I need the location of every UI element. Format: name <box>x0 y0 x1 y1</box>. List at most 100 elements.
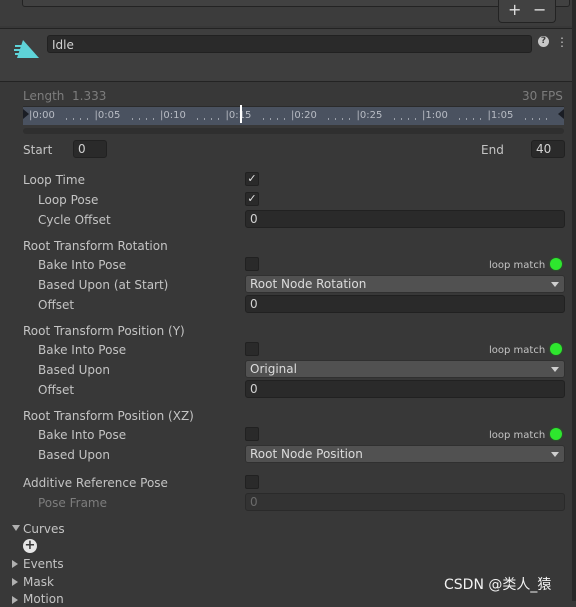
timeline-tick-label: |1:05 <box>487 110 514 121</box>
timeline-tick-label: |0:20 <box>291 110 317 121</box>
rotation-based-upon-label: Based Upon (at Start) <box>38 278 169 292</box>
events-foldout[interactable]: Events <box>23 556 64 572</box>
loop-pose-checkbox[interactable]: ✓ <box>245 192 259 206</box>
loop-time-label: Loop Time <box>23 173 85 187</box>
position-y-bake-label: Bake Into Pose <box>38 343 127 357</box>
right-edge <box>572 0 576 601</box>
timeline-minor-tick <box>204 118 205 120</box>
timeline-tick-label: |0:15 <box>225 110 252 121</box>
additive-reference-pose-checkbox[interactable] <box>245 475 259 489</box>
timeline-minor-tick <box>545 118 547 120</box>
timeline-minor-tick <box>131 118 133 120</box>
timeline-minor-tick <box>87 118 88 120</box>
position-y-based-upon-label: Based Upon <box>38 363 110 377</box>
remove-button[interactable]: − <box>533 0 546 20</box>
cycle-offset-field[interactable]: 0 <box>245 210 565 228</box>
help-icon[interactable]: ? <box>538 36 549 47</box>
timeline-minor-tick <box>138 118 140 120</box>
timeline-minor-tick <box>276 118 278 120</box>
timeline-minor-tick <box>524 118 526 120</box>
timeline-minor-tick <box>211 118 212 120</box>
timeline-minor-tick <box>342 118 343 120</box>
position-xz-loop-match-label: loop match <box>489 430 546 441</box>
timeline-scrollbar[interactable] <box>23 128 564 134</box>
timeline-minor-tick <box>393 118 395 120</box>
timeline-minor-tick <box>480 118 481 120</box>
motion-foldout[interactable]: Motion <box>23 591 64 607</box>
clip-name-field[interactable]: Idle <box>47 35 532 53</box>
end-label: End <box>481 143 504 157</box>
rotation-based-upon-value: Root Node Rotation <box>250 277 367 291</box>
chevron-down-icon <box>551 282 559 287</box>
timeline-minor-tick <box>73 118 74 120</box>
playhead[interactable] <box>240 105 242 123</box>
rotation-offset-field[interactable]: 0 <box>245 295 565 313</box>
rotation-bake-checkbox[interactable] <box>245 257 259 271</box>
position-xz-based-upon-label: Based Upon <box>38 448 110 462</box>
add-curve-icon[interactable]: + <box>23 539 37 553</box>
curves-foldout[interactable]: Curves <box>23 521 65 537</box>
start-field[interactable]: 0 <box>73 140 107 158</box>
timeline-minor-tick <box>400 118 402 120</box>
position-y-bake-checkbox[interactable] <box>245 342 259 356</box>
timeline-tick-label: |0:25 <box>356 110 383 121</box>
timeline-ruler[interactable]: |0:00 |0:05 |0:10 |0:15 |0:20 |0:25 |1:00 |1:05 <box>23 105 564 125</box>
animation-clip-icon <box>14 40 39 58</box>
position-y-based-upon-value: Original <box>250 362 297 376</box>
timeline-minor-tick <box>531 118 533 120</box>
timeline-minor-tick <box>328 118 329 120</box>
additive-reference-pose-label: Additive Reference Pose <box>23 476 168 490</box>
position-y-loop-match-indicator <box>550 343 562 355</box>
timeline-minor-tick <box>80 118 81 120</box>
rotation-based-upon-dropdown[interactable]: Root Node Rotation <box>245 275 565 293</box>
timeline-minor-tick <box>283 118 285 120</box>
rotation-offset-label: Offset <box>38 298 75 312</box>
loop-time-checkbox[interactable]: ✓ <box>245 172 259 186</box>
timeline-minor-tick <box>466 118 467 120</box>
timeline-minor-tick <box>152 118 154 120</box>
motion-foldout-arrow-icon[interactable] <box>12 596 18 604</box>
rotation-bake-label: Bake Into Pose <box>38 258 127 272</box>
position-y-offset-label: Offset <box>38 383 75 397</box>
curves-foldout-arrow-icon[interactable] <box>12 525 20 531</box>
csdn-watermark: CSDN @类人_猿 <box>444 577 552 593</box>
position-xz-based-upon-dropdown[interactable]: Root Node Position <box>245 445 565 463</box>
top-strip: + − <box>0 0 576 26</box>
rotation-loop-match-indicator <box>550 258 562 270</box>
position-xz-based-upon-value: Root Node Position <box>250 447 363 461</box>
position-y-loop-match-label: loop match <box>489 345 546 356</box>
timeline-minor-tick <box>197 118 198 120</box>
events-foldout-arrow-icon[interactable] <box>12 560 18 568</box>
position-xz-loop-match-indicator <box>550 428 562 440</box>
clip-header: Idle ? ⋮ <box>0 28 572 82</box>
previous-panel-frame <box>22 0 570 7</box>
end-field[interactable]: 40 <box>531 140 565 158</box>
timeline-tick-label: |0:00 <box>29 110 55 121</box>
timeline-minor-tick <box>473 118 474 120</box>
timeline-minor-tick <box>335 118 336 120</box>
length-value: 1.333 <box>72 89 107 103</box>
loop-pose-label: Loop Pose <box>38 193 99 207</box>
timeline-minor-tick <box>145 118 147 120</box>
timeline-minor-tick <box>269 118 271 120</box>
end-marker[interactable] <box>558 109 564 119</box>
position-y-based-upon-dropdown[interactable]: Original <box>245 360 565 378</box>
timeline-minor-tick <box>349 118 350 120</box>
mask-foldout[interactable]: Mask <box>23 574 54 590</box>
timeline-tick-label: |0:05 <box>94 110 121 121</box>
timeline-minor-tick <box>262 118 264 120</box>
start-label: Start <box>23 143 53 157</box>
position-y-section-title: Root Transform Position (Y) <box>23 324 185 338</box>
position-y-offset-field[interactable]: 0 <box>245 380 565 398</box>
timeline-minor-tick <box>459 118 460 120</box>
timeline-minor-tick <box>218 118 219 120</box>
timeline-tick-label: |1:00 <box>422 110 448 121</box>
position-xz-bake-checkbox[interactable] <box>245 427 259 441</box>
cycle-offset-label: Cycle Offset <box>38 213 111 227</box>
start-marker[interactable] <box>23 109 29 119</box>
mask-foldout-arrow-icon[interactable] <box>12 578 18 586</box>
fps-label: 30 FPS <box>522 89 563 103</box>
add-button[interactable]: + <box>508 0 521 20</box>
pose-frame-label: Pose Frame <box>38 496 107 510</box>
settings-menu-icon[interactable]: ⋮ <box>555 35 569 49</box>
